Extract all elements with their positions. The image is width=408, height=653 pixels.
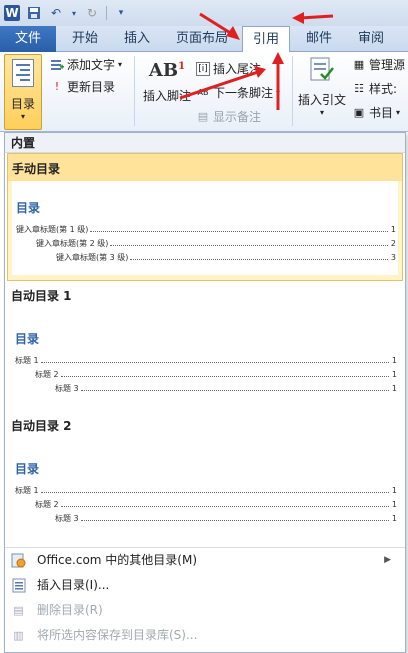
add-text-label: 添加文字 (67, 58, 116, 72)
update-toc-label: 更新目录 (67, 80, 116, 94)
tab-mailings[interactable]: 邮件 (296, 26, 342, 52)
chevron-down-icon: ▾ (319, 108, 324, 117)
chevron-down-icon: ▾ (20, 112, 25, 121)
undo-icon[interactable]: ↶ (48, 5, 64, 21)
gallery-item-auto-toc-1[interactable]: 自动目录 1 目录 标题 11 标题 21 标题 31 (7, 281, 403, 412)
submenu-arrow-icon: ▶ (384, 555, 391, 565)
ribbon-references: 目录 ▾ 添加文字 ▾ ! 更新目录 AB1 插入脚注 [i] 插入尾注 AB … (0, 52, 408, 132)
preview-toc-line: 标题 21 (35, 370, 397, 379)
gallery-item-title: 自动目录 1 (11, 289, 72, 303)
tab-references[interactable]: 引用 (242, 26, 290, 53)
insert-footnote-label: 插入脚注 (142, 89, 191, 103)
bibliography-button[interactable]: ▣ 书目 ▾ (352, 104, 400, 121)
manage-sources-icon: ▦ (353, 58, 365, 71)
menu-item-remove-toc[interactable]: ▤ 删除目录(R) (5, 598, 405, 623)
preview-toc-line: 标题 31 (55, 384, 397, 393)
style-label: 样式: (369, 82, 398, 96)
manage-sources-label: 管理源 (369, 58, 406, 72)
insert-footnote-button[interactable]: AB1 插入脚注 (140, 60, 194, 104)
remove-toc-icon: ▤ (13, 604, 24, 617)
menu-item-insert-toc[interactable]: 插入目录(I)... (5, 573, 405, 598)
redo-icon[interactable]: ↻ (84, 5, 100, 21)
toc-preview: 目录 标题 11 标题 21 标题 31 (11, 308, 399, 412)
chevron-down-icon: ▾ (118, 60, 123, 69)
toc-button-label: 目录 (10, 97, 35, 111)
undo-dropdown-icon[interactable]: ▾ (70, 5, 78, 21)
citation-icon (309, 56, 335, 87)
preview-toc-line: 标题 21 (35, 500, 397, 509)
group-separator (292, 56, 293, 126)
qat-separator (106, 6, 107, 20)
tab-page-layout[interactable]: 页面布局 (166, 26, 238, 52)
insert-endnote-button[interactable]: [i] 插入尾注 (196, 60, 261, 77)
save-to-gallery-icon: ▥ (13, 629, 24, 642)
toc-preview: 目录 键入章标题(第 1 级) 1 键入章标题(第 2 级) 2 键入章标题(第 3… (12, 181, 398, 275)
preview-toc-line: 标题 11 (15, 486, 397, 495)
toc-menu: Office.com 中的其他目录(M) ▶ 插入目录(I)... ▤ 删除目录… (5, 547, 405, 648)
next-footnote-icon: AB (197, 88, 209, 97)
save-icon[interactable] (26, 5, 42, 21)
quick-access-toolbar: W ↶ ▾ ↻ ▾ (0, 0, 408, 26)
menu-item-save-to-gallery[interactable]: ▥ 将所选内容保存到目录库(S)... (5, 623, 405, 648)
chevron-down-icon: ▾ (276, 88, 281, 97)
manage-sources-button[interactable]: ▦ 管理源 (352, 56, 405, 73)
toc-preview: 目录 标题 11 标题 21 标题 31 (11, 438, 399, 544)
insert-citation-label: 插入引文 (297, 93, 346, 107)
word-logo-icon: W (4, 5, 20, 21)
preview-toc-line: 标题 11 (15, 356, 397, 365)
bibliography-icon: ▣ (353, 106, 365, 119)
footnote-ab-icon: AB1 (148, 60, 186, 81)
insert-toc-icon (11, 578, 26, 593)
update-toc-button[interactable]: ! 更新目录 (50, 78, 115, 95)
tab-insert[interactable]: 插入 (114, 26, 160, 52)
preview-toc-heading: 目录 (15, 462, 40, 476)
toc-dropdown: 内置 手动目录 目录 键入章标题(第 1 级) 1 键入章标题(第 2 级) 2 键… (4, 132, 406, 653)
tab-file[interactable]: 文件 (0, 26, 56, 52)
preview-toc-line: 标题 31 (55, 514, 397, 523)
toc-button[interactable]: 目录 ▾ (4, 54, 42, 130)
insert-endnote-label: 插入尾注 (213, 62, 262, 76)
show-notes-label: 显示备注 (213, 110, 262, 124)
add-text-icon (50, 58, 64, 72)
next-footnote-label: 下一条脚注 (213, 86, 274, 100)
menu-item-office-toc[interactable]: Office.com 中的其他目录(M) ▶ (5, 548, 405, 573)
office-globe-icon (11, 553, 26, 568)
ribbon-tabs: 文件 开始 插入 页面布局 引用 邮件 审阅 (0, 26, 408, 53)
tab-home[interactable]: 开始 (62, 26, 108, 52)
bibliography-label: 书目 (369, 106, 394, 120)
tab-review[interactable]: 审阅 (348, 26, 394, 52)
preview-toc-heading: 目录 (16, 201, 41, 215)
gallery-item-title: 自动目录 2 (11, 419, 72, 433)
preview-toc-line: 键入章标题(第 2 级) 2 (36, 239, 396, 248)
update-toc-icon: ! (54, 80, 60, 93)
gallery-item-title: 手动目录 (8, 154, 402, 181)
add-text-button[interactable]: 添加文字 ▾ (50, 56, 122, 73)
gallery-item-auto-toc-2[interactable]: 自动目录 2 目录 标题 11 标题 21 标题 31 (7, 411, 403, 545)
show-notes-button[interactable]: ▤ 显示备注 (196, 108, 261, 125)
toc-doc-icon (12, 59, 34, 87)
preview-toc-heading: 目录 (15, 332, 40, 346)
next-footnote-button[interactable]: AB 下一条脚注 ▾ (196, 84, 281, 101)
show-notes-icon: ▤ (197, 110, 209, 123)
endnote-icon: [i] (196, 61, 210, 76)
section-builtin: 内置 (5, 133, 405, 153)
chevron-down-icon: ▾ (396, 108, 401, 117)
gallery-item-manual-toc[interactable]: 手动目录 目录 键入章标题(第 1 级) 1 键入章标题(第 2 级) 2 键入章标… (7, 153, 403, 281)
customize-qat-icon[interactable]: ▾ (113, 5, 129, 21)
preview-toc-line: 键入章标题(第 1 级) 1 (16, 225, 396, 234)
insert-citation-button[interactable]: 插入引文 ▾ (296, 56, 348, 117)
group-separator (134, 56, 135, 126)
preview-toc-line: 键入章标题(第 3 级) 3 (56, 253, 396, 262)
style-icon: ☷ (354, 82, 364, 95)
style-selector[interactable]: ☷ 样式: (352, 80, 397, 97)
